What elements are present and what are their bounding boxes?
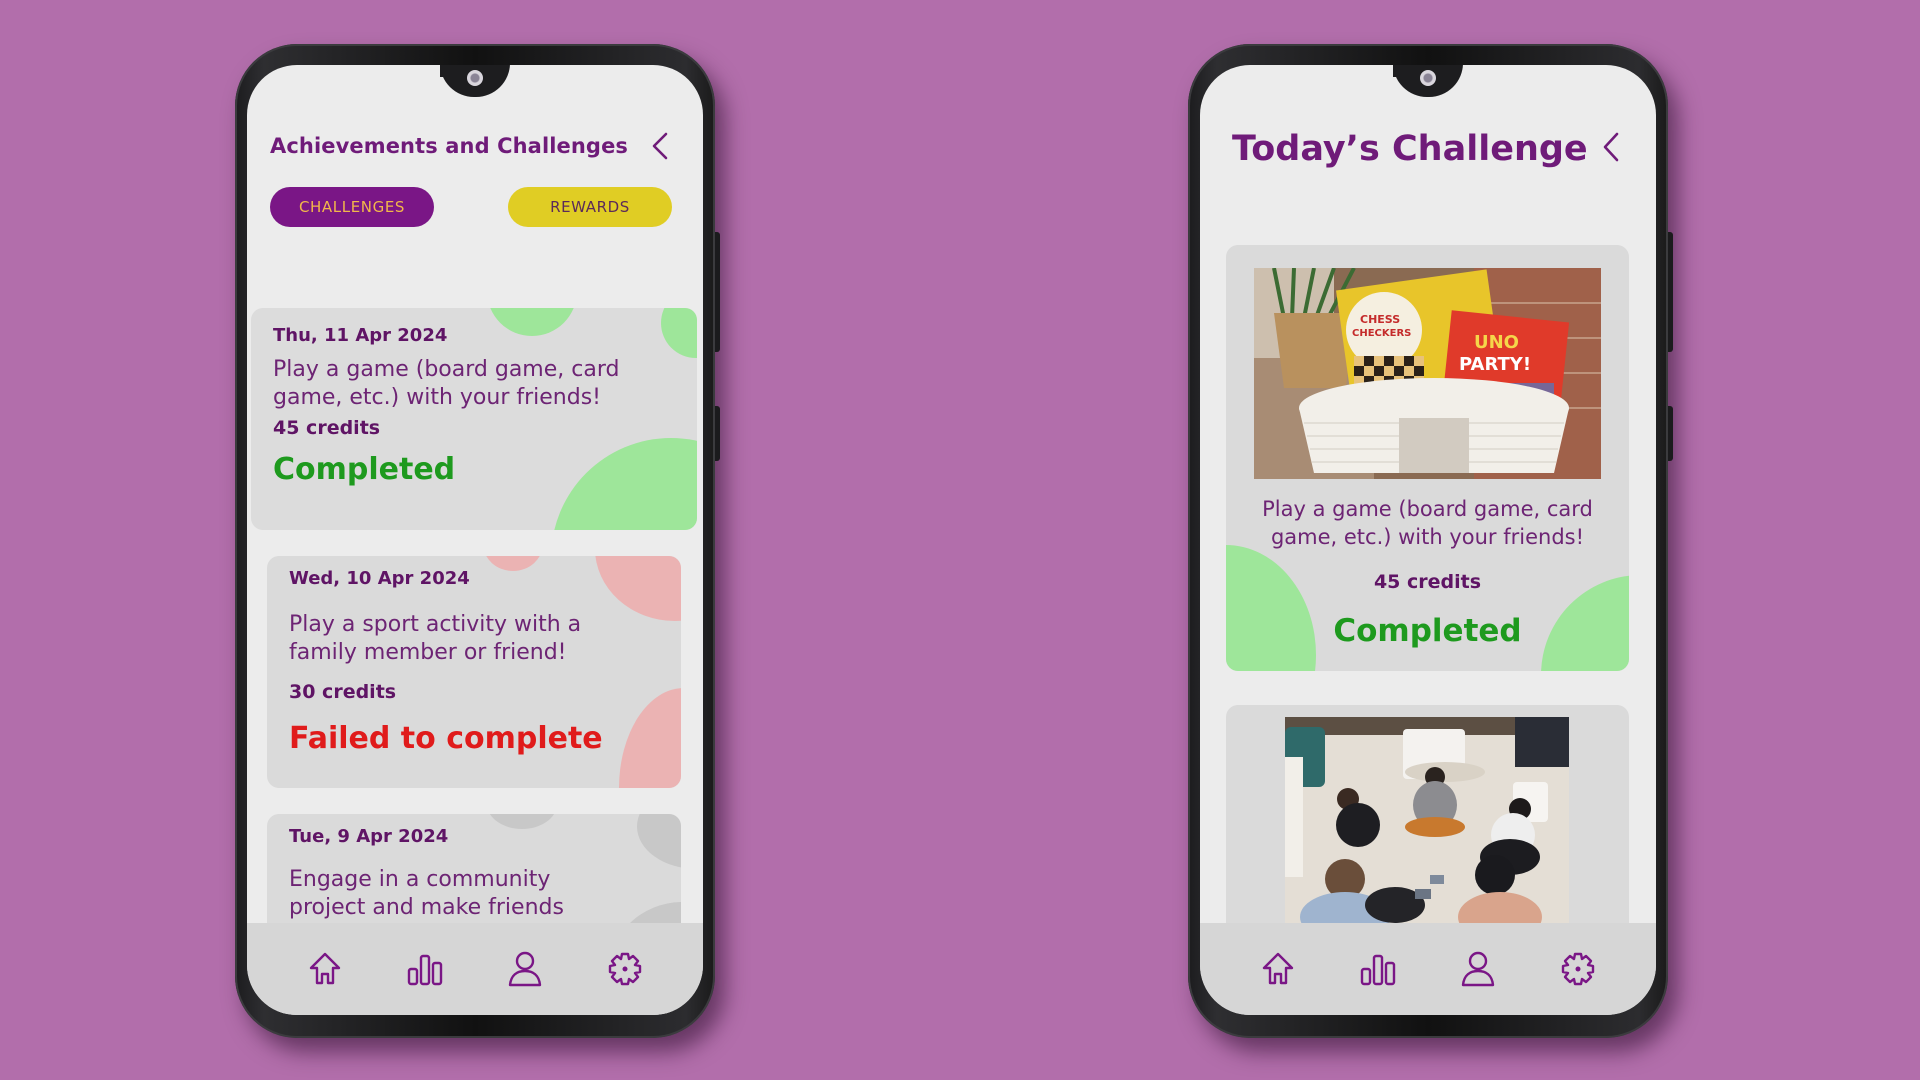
game-box-label: CHESS	[1360, 313, 1400, 326]
todays-challenge-screen: Today’s Challenge CHESS CHECKERS UNO PAR…	[1200, 65, 1656, 1015]
settings-icon	[1561, 952, 1595, 986]
phone-right: Today’s Challenge CHESS CHECKERS UNO PAR…	[1188, 44, 1673, 1038]
volume-button	[1668, 232, 1673, 352]
nav-stats[interactable]	[400, 944, 450, 994]
decorative-blob	[1226, 545, 1316, 671]
power-button	[1668, 406, 1673, 461]
decorative-blob	[619, 688, 681, 788]
phone-left: Achievements and Challenges CHALLENGES R…	[235, 44, 720, 1038]
nav-settings[interactable]	[1553, 944, 1603, 994]
back-button[interactable]	[1600, 131, 1622, 163]
challenge-credits: 45 credits	[273, 417, 381, 439]
status-completed: Completed	[1333, 613, 1522, 649]
challenge-credits: 45 credits	[1373, 571, 1482, 593]
nav-home[interactable]	[300, 944, 350, 994]
chevron-left-icon	[1603, 132, 1619, 162]
todays-challenge-card[interactable]: CHESS CHECKERS UNO PARTY! Play a game (b…	[1226, 245, 1629, 671]
notch	[1393, 65, 1463, 97]
decorative-blob	[483, 556, 543, 571]
settings-icon	[608, 952, 642, 986]
status-completed: Completed	[273, 452, 456, 487]
board-games-photo: CHESS CHECKERS UNO PARTY!	[1254, 268, 1601, 479]
decorative-blob	[551, 438, 697, 530]
user-icon	[508, 951, 542, 987]
volume-button	[715, 232, 720, 352]
achievements-screen: Achievements and Challenges CHALLENGES R…	[247, 65, 703, 1015]
power-button	[715, 406, 720, 461]
nav-stats[interactable]	[1353, 944, 1403, 994]
decorative-blob	[661, 308, 697, 358]
front-camera	[1420, 70, 1436, 86]
nav-settings[interactable]	[600, 944, 650, 994]
nav-profile[interactable]	[1453, 944, 1503, 994]
challenge-date: Thu, 11 Apr 2024	[273, 325, 448, 346]
status-failed: Failed to complete	[289, 721, 603, 756]
friends-playing-cards-photo	[1285, 717, 1569, 929]
bar-chart-icon	[407, 954, 443, 986]
page-title: Achievements and Challenges	[270, 134, 629, 158]
challenge-credits: 30 credits	[289, 681, 397, 703]
home-icon	[309, 952, 341, 985]
bottom-navbar	[247, 923, 703, 1015]
page-title: Today’s Challenge	[1232, 129, 1588, 169]
challenge-date: Wed, 10 Apr 2024	[289, 568, 470, 589]
challenge-card[interactable]: Thu, 11 Apr 2024 Play a game (board game…	[251, 308, 697, 530]
challenge-image: CHESS CHECKERS UNO PARTY!	[1254, 268, 1601, 479]
chevron-left-icon	[652, 132, 668, 160]
home-icon	[1262, 952, 1294, 985]
game-box-label: PARTY!	[1459, 354, 1531, 375]
group-photo	[1285, 717, 1569, 929]
bar-chart-icon	[1360, 954, 1396, 986]
decorative-blob	[487, 308, 577, 336]
tab-rewards[interactable]: REWARDS	[508, 187, 672, 227]
nav-profile[interactable]	[500, 944, 550, 994]
tab-challenges[interactable]: CHALLENGES	[270, 187, 434, 227]
user-icon	[1461, 951, 1495, 987]
nav-home[interactable]	[1253, 944, 1303, 994]
game-box-label: UNO	[1474, 332, 1519, 353]
bottom-navbar	[1200, 923, 1656, 1015]
game-box-label: CHECKERS	[1352, 328, 1411, 339]
front-camera	[467, 70, 483, 86]
challenge-date: Tue, 9 Apr 2024	[289, 826, 449, 847]
notch	[440, 65, 510, 97]
challenge-description: Play a game (board game, card game, etc.…	[273, 357, 620, 410]
challenge-description: Play a sport activity with a family memb…	[289, 612, 582, 665]
decorative-blob	[487, 814, 557, 829]
challenge-description: Play a game (board game, card game, etc.…	[1262, 497, 1593, 549]
decorative-blob	[637, 814, 681, 869]
challenge-card[interactable]: Wed, 10 Apr 2024 Play a sport activity w…	[267, 556, 681, 788]
back-button[interactable]	[649, 131, 671, 161]
photo-card[interactable]	[1226, 705, 1629, 942]
